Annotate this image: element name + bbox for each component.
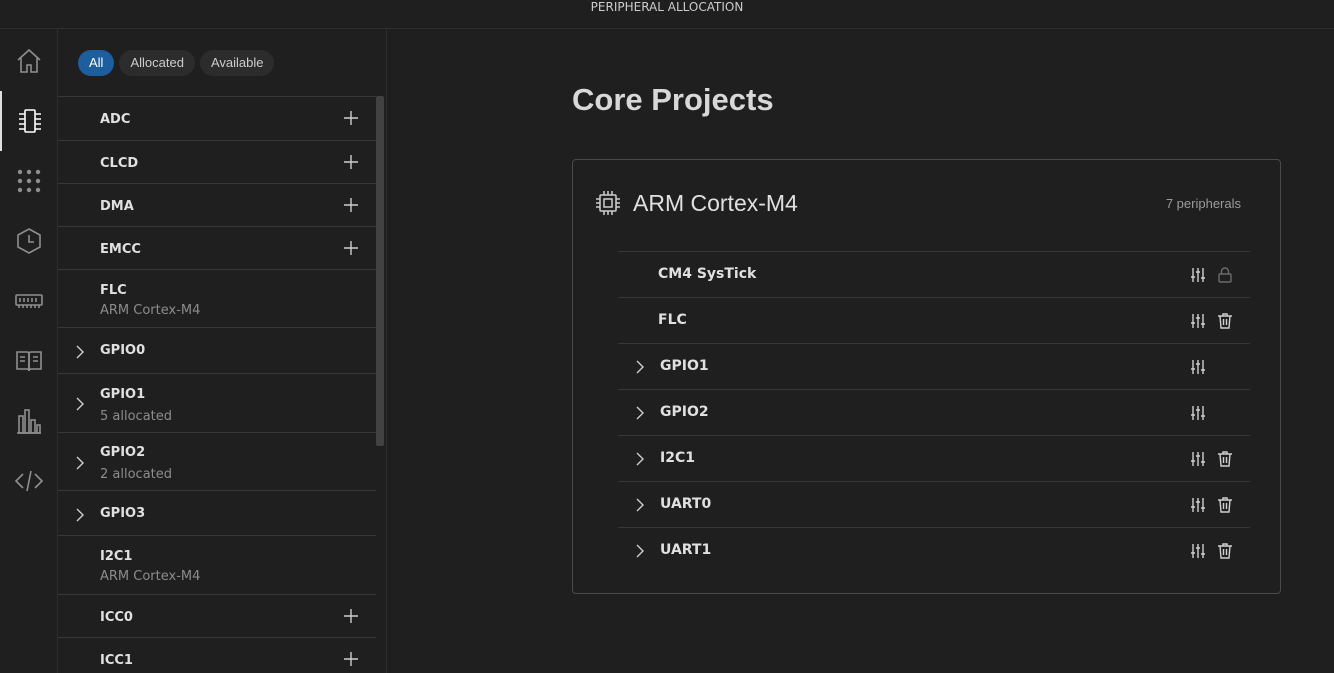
filter-all-chip[interactable]: All — [78, 50, 115, 76]
chevron-right-icon[interactable] — [634, 451, 646, 466]
title-bar: PERIPHERAL ALLOCATION — [0, 0, 1334, 29]
clock-icon[interactable] — [0, 211, 58, 271]
peripheral-allocation-count: 5 allocated — [100, 409, 173, 424]
trash-icon[interactable] — [1216, 312, 1234, 330]
add-icon[interactable] — [343, 608, 359, 624]
add-icon[interactable] — [343, 651, 359, 667]
peripheral-name: DMA — [100, 199, 134, 214]
sliders-icon[interactable] — [1189, 404, 1207, 422]
cpu-icon — [593, 188, 623, 218]
page-title: Core Projects — [572, 82, 774, 117]
peripheral-name: I2C1 — [100, 549, 133, 564]
allocation-name: FLC — [658, 312, 687, 328]
peripheral-name: GPIO0 — [100, 343, 146, 358]
peripheral-item-flc[interactable]: FLC ARM Cortex-M4 — [58, 269, 376, 327]
peripheral-allocation-count: 2 allocated — [100, 467, 173, 482]
allocation-name: I2C1 — [660, 450, 695, 466]
chip-pins-icon[interactable] — [0, 91, 58, 151]
allocation-list: CM4 SysTick FLC GPIO1 GPIO2 I2C1 UART0 U… — [618, 251, 1250, 573]
allocation-name: CM4 SysTick — [658, 266, 757, 282]
allocation-name: UART0 — [660, 496, 712, 512]
chevron-right-icon[interactable] — [74, 507, 86, 522]
home-icon[interactable] — [0, 31, 58, 91]
sliders-icon[interactable] — [1189, 542, 1207, 560]
window-title: PERIPHERAL ALLOCATION — [590, 0, 744, 14]
core-name: ARM Cortex-M4 — [633, 190, 798, 216]
peripheral-name: ADC — [100, 112, 131, 127]
trash-icon[interactable] — [1216, 542, 1234, 560]
peripheral-item-dma[interactable]: DMA — [58, 183, 376, 226]
peripheral-count: 7 peripherals — [1165, 196, 1241, 211]
peripheral-item-i2c1[interactable]: I2C1 ARM Cortex-M4 — [58, 535, 376, 594]
peripheral-owner: ARM Cortex-M4 — [100, 303, 201, 318]
add-icon[interactable] — [343, 154, 359, 170]
peripheral-item-gpio1[interactable]: GPIO1 5 allocated — [58, 373, 376, 432]
sliders-icon[interactable] — [1189, 450, 1207, 468]
trash-icon[interactable] — [1216, 450, 1234, 468]
add-icon[interactable] — [343, 197, 359, 213]
allocation-row-i2c1[interactable]: I2C1 — [618, 435, 1250, 481]
trash-icon[interactable] — [1216, 496, 1234, 514]
core-card: ARM Cortex-M4 7 peripherals CM4 SysTick … — [572, 159, 1281, 594]
filter-chips: All Allocated Available — [78, 50, 275, 76]
peripheral-name: CLCD — [100, 156, 139, 171]
add-icon[interactable] — [343, 110, 359, 126]
bar-chart-icon[interactable] — [0, 391, 58, 451]
allocation-row-uart0[interactable]: UART0 — [618, 481, 1250, 527]
allocation-row-flc[interactable]: FLC — [618, 297, 1250, 343]
add-icon[interactable] — [343, 240, 359, 256]
main-panel: Core Projects ARM Cortex-M4 7 peripheral… — [387, 29, 1334, 673]
peripheral-owner: ARM Cortex-M4 — [100, 569, 201, 584]
chevron-right-icon[interactable] — [634, 359, 646, 374]
chevron-right-icon[interactable] — [634, 405, 646, 420]
chevron-right-icon[interactable] — [74, 455, 86, 470]
chevron-right-icon[interactable] — [634, 543, 646, 558]
sliders-icon[interactable] — [1189, 312, 1207, 330]
book-icon[interactable] — [0, 331, 58, 391]
filter-available-chip[interactable]: Available — [199, 50, 275, 76]
peripheral-item-clcd[interactable]: CLCD — [58, 140, 376, 183]
peripheral-sidebar: All Allocated Available ADC CLCD DMA EMC… — [58, 29, 387, 673]
chevron-right-icon[interactable] — [74, 344, 86, 359]
peripheral-name: FLC — [100, 283, 127, 298]
allocation-row-uart1[interactable]: UART1 — [618, 527, 1250, 573]
dot-grid-icon[interactable] — [0, 151, 58, 211]
allocation-row-gpio2[interactable]: GPIO2 — [618, 389, 1250, 435]
peripheral-item-emcc[interactable]: EMCC — [58, 226, 376, 269]
chevron-right-icon[interactable] — [634, 497, 646, 512]
peripheral-list: ADC CLCD DMA EMCC FLC ARM Cortex-M4 GPIO… — [58, 96, 376, 673]
peripheral-item-gpio2[interactable]: GPIO2 2 allocated — [58, 432, 376, 490]
peripheral-item-gpio0[interactable]: GPIO0 — [58, 327, 376, 373]
peripheral-item-icc0[interactable]: ICC0 — [58, 594, 376, 637]
code-icon[interactable] — [0, 451, 58, 511]
peripheral-name: GPIO1 — [100, 387, 146, 402]
sliders-icon[interactable] — [1189, 358, 1207, 376]
memory-icon[interactable] — [0, 271, 58, 331]
allocation-row-gpio1[interactable]: GPIO1 — [618, 343, 1250, 389]
chevron-right-icon[interactable] — [74, 396, 86, 411]
peripheral-item-icc1[interactable]: ICC1 — [58, 637, 376, 673]
peripheral-name: ICC1 — [100, 653, 133, 668]
allocation-name: GPIO2 — [660, 404, 709, 420]
lock-icon — [1216, 266, 1234, 284]
peripheral-name: GPIO3 — [100, 506, 146, 521]
sidebar-scrollbar[interactable] — [376, 96, 384, 446]
peripheral-name: EMCC — [100, 242, 141, 257]
peripheral-name: GPIO2 — [100, 445, 146, 460]
peripheral-item-adc[interactable]: ADC — [58, 96, 376, 140]
allocation-row-cm4-systick[interactable]: CM4 SysTick — [618, 251, 1250, 297]
allocation-name: UART1 — [660, 542, 712, 558]
sliders-icon[interactable] — [1189, 266, 1207, 284]
filter-allocated-chip[interactable]: Allocated — [119, 50, 195, 76]
allocation-name: GPIO1 — [660, 358, 709, 374]
sliders-icon[interactable] — [1189, 496, 1207, 514]
activity-bar — [0, 29, 58, 673]
peripheral-name: ICC0 — [100, 610, 133, 625]
peripheral-item-gpio3[interactable]: GPIO3 — [58, 490, 376, 535]
